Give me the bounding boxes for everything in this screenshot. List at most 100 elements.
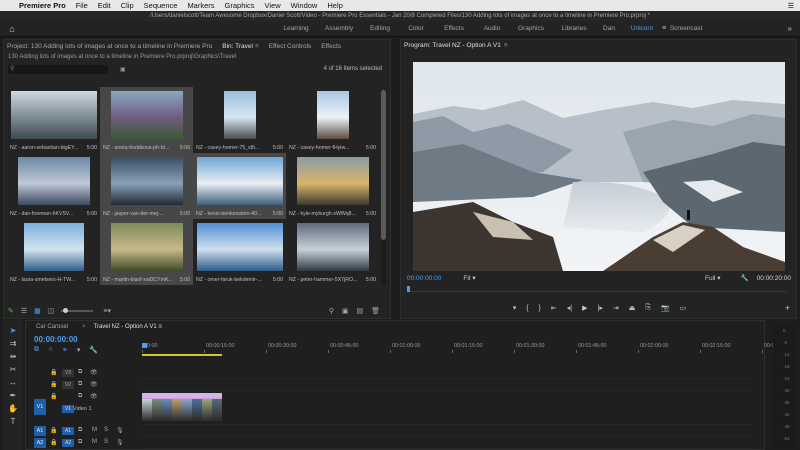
razor-tool-icon[interactable]: ✂ — [10, 363, 17, 376]
tab-travel-nz[interactable]: Travel NZ - Option A V1 ≡ — [94, 324, 162, 330]
ripple-edit-tool-icon[interactable]: ⇹ — [10, 350, 17, 363]
mark-in-icon[interactable]: { — [526, 305, 528, 312]
mark-out-icon[interactable]: } — [539, 305, 541, 312]
solo-button[interactable]: S — [104, 427, 108, 433]
track-name-v3[interactable]: V3 — [62, 369, 74, 377]
bin-item-thumbnail[interactable] — [296, 157, 369, 205]
timeline-clip[interactable] — [182, 393, 192, 421]
tab-car-carosel[interactable]: Car Carosel — [36, 324, 68, 330]
comparison-view-icon[interactable]: ▭ — [680, 304, 687, 312]
wrench-icon[interactable]: 🔧 — [741, 274, 749, 282]
timeline-playhead[interactable] — [142, 343, 147, 348]
program-playhead[interactable] — [407, 286, 410, 292]
lock-icon[interactable]: 🔒 — [50, 427, 57, 434]
mute-button[interactable]: M — [92, 439, 97, 445]
bin-item[interactable]: NZ - casey-horner-75_s8i... 5:00 — [193, 87, 286, 153]
eye-icon[interactable]: 👁 — [90, 381, 98, 388]
bin-item[interactable]: NZ - kevin-benkenstein-40... 5:00 — [193, 153, 286, 219]
tab-effects[interactable]: Effects — [321, 43, 341, 50]
menu-markers[interactable]: Markers — [182, 1, 219, 10]
source-patch-v1[interactable]: V1 — [34, 399, 46, 415]
menu-clip[interactable]: Clip — [116, 1, 139, 10]
program-scrubber[interactable] — [407, 286, 787, 292]
bin-scrollbar[interactable] — [381, 90, 386, 285]
new-item-icon[interactable]: ▤ — [356, 307, 363, 315]
menu-file[interactable]: File — [71, 1, 93, 10]
bin-item[interactable]: NZ - aaron-sebastian-btgEY... 5:00 — [7, 87, 100, 153]
sync-lock-icon[interactable]: ⧉ — [78, 427, 82, 434]
track-name-a1[interactable]: A1 — [62, 427, 74, 435]
linked-selection-icon[interactable]: ⚭ — [62, 346, 68, 354]
zoom-slider[interactable] — [61, 308, 94, 313]
bin-item-thumbnail[interactable] — [10, 91, 97, 139]
bin-item-thumbnail[interactable] — [223, 91, 256, 139]
workspace-tab-unicorn[interactable]: Unicorn — [622, 25, 662, 32]
workspace-tab-learning[interactable]: Learning — [276, 25, 316, 32]
sync-lock-icon[interactable]: ⧉ — [78, 393, 82, 400]
timeline-clip[interactable] — [212, 393, 222, 421]
bin-item-thumbnail[interactable] — [110, 91, 183, 139]
bin-item[interactable]: NZ - kyle-myburgh-zWWq8... 5:00 — [286, 153, 379, 219]
workspace-tab-effects[interactable]: Effects — [434, 25, 474, 32]
bin-item-thumbnail[interactable] — [110, 157, 183, 205]
menu-sequence[interactable]: Sequence — [139, 1, 183, 10]
track-lane[interactable] — [142, 379, 752, 391]
track-lane[interactable] — [142, 391, 752, 425]
menu-view[interactable]: View — [260, 1, 286, 10]
go-to-in-icon[interactable]: ⇤ — [551, 304, 557, 312]
icon-view-icon[interactable]: ▦ — [34, 307, 41, 315]
track-lane[interactable] — [142, 367, 752, 379]
timeline-clip[interactable] — [152, 393, 162, 421]
bin-item[interactable]: NZ - laura-smetsers-H-TW... 5:00 — [7, 219, 100, 285]
workspace-tab-audio[interactable]: Audio — [474, 25, 510, 32]
type-tool-icon[interactable]: T — [11, 415, 16, 428]
menu-window[interactable]: Window — [286, 1, 323, 10]
tab-bin-travel[interactable]: Bin: Travel ≡ — [222, 43, 259, 50]
menu-app[interactable]: Premiere Pro — [14, 1, 71, 10]
workspace-tab-graphics[interactable]: Graphics — [510, 25, 552, 32]
nest-icon[interactable]: ⧉ — [34, 346, 39, 354]
button-editor-icon[interactable]: + — [785, 303, 790, 313]
go-to-out-icon[interactable]: ⇥ — [613, 304, 619, 312]
sync-lock-icon[interactable]: ⧉ — [78, 369, 82, 376]
pen-tool-icon[interactable]: ✒ — [10, 389, 17, 402]
track-select-tool-icon[interactable]: ⇉ — [10, 337, 17, 350]
bin-item-thumbnail[interactable] — [196, 157, 283, 205]
track-lane[interactable] — [142, 437, 752, 449]
menu-graphics[interactable]: Graphics — [220, 1, 260, 10]
bin-item-thumbnail[interactable] — [296, 223, 369, 271]
workspace-tab-editing[interactable]: Editing — [362, 25, 398, 32]
track-name-a2[interactable]: A2 — [62, 439, 74, 447]
lock-icon[interactable]: 🔒 — [50, 381, 57, 388]
timeline-clip[interactable] — [192, 393, 202, 421]
bin-item[interactable]: NZ - aneta-foubikova-ph-Id... 5:00 — [100, 87, 193, 153]
source-patch-a1[interactable]: A1 — [34, 426, 46, 436]
new-bin-icon[interactable]: ▣ — [120, 66, 126, 73]
search-input[interactable]: ⚲ — [8, 64, 108, 74]
lock-icon[interactable]: 🔒 — [50, 369, 57, 376]
clear-icon[interactable]: 🗑 — [371, 307, 380, 315]
bin-item[interactable]: NZ - omer-faruk-bekdemir-... 5:00 — [193, 219, 286, 285]
timeline-settings-icon[interactable]: 🔧 — [89, 346, 98, 354]
bin-item[interactable]: NZ - casey-horner-fHyiw... 5:00 — [286, 87, 379, 153]
timeline-clip[interactable] — [172, 393, 182, 421]
close-tab-icon[interactable]: × — [82, 324, 86, 330]
mute-button[interactable]: M — [92, 427, 97, 433]
play-icon[interactable]: ▶ — [582, 304, 587, 312]
menu-help[interactable]: Help — [322, 1, 347, 10]
bin-item-thumbnail[interactable] — [23, 223, 84, 271]
program-timecode[interactable]: 00:00:00:00 — [407, 275, 441, 282]
timeline-menu-icon[interactable]: ≡ — [158, 324, 162, 330]
solo-button[interactable]: S — [104, 439, 108, 445]
export-frame-icon[interactable]: 📷 — [661, 304, 670, 312]
bin-item-thumbnail[interactable] — [17, 157, 90, 205]
timeline-timecode[interactable]: 00:00:00:00 — [34, 335, 78, 344]
lock-icon[interactable]: 🔒 — [50, 393, 57, 400]
work-area-bar[interactable] — [142, 354, 222, 356]
microphone-icon[interactable]: 🎙 — [116, 439, 124, 446]
slip-tool-icon[interactable]: ↔ — [9, 376, 17, 389]
freeform-view-icon[interactable]: ◫ — [48, 307, 55, 315]
bin-item[interactable]: NZ - jasper-van-der-mej-... 5:00 — [100, 153, 193, 219]
step-back-icon[interactable]: ◂| — [567, 304, 572, 312]
menubar-list-icon[interactable]: ☰ — [788, 2, 800, 10]
